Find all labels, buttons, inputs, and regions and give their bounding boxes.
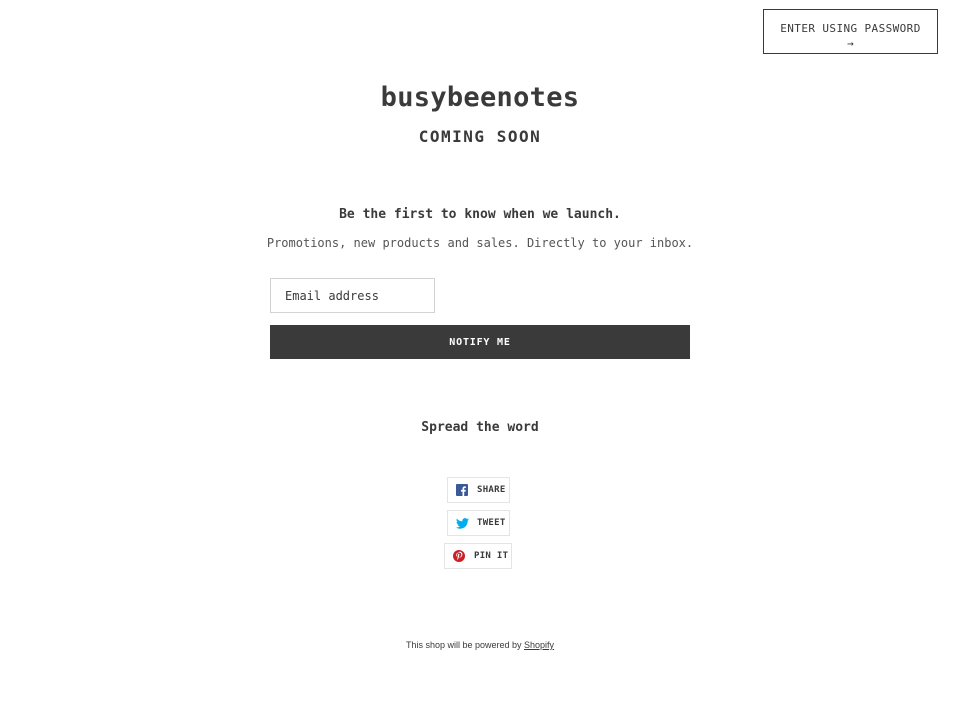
signup-subline: Promotions, new products and sales. Dire… — [266, 236, 694, 250]
powered-by-text: This shop will be powered by — [405, 640, 522, 650]
password-page: ENTER USING PASSWORD → busybeenotes COMI… — [0, 0, 960, 720]
arrow-right-icon: → — [846, 36, 855, 50]
shop-title: busybeenotes — [380, 82, 580, 113]
twitter-tweet-label: TWEET — [477, 518, 506, 528]
pinterest-pin-button[interactable]: PIN IT — [444, 543, 512, 569]
email-input[interactable] — [270, 278, 435, 313]
facebook-share-label: SHARE — [477, 485, 506, 495]
spread-the-word-heading: Spread the word — [421, 420, 539, 435]
coming-soon-tagline: COMING SOON — [418, 127, 542, 146]
enter-using-password-button[interactable]: ENTER USING PASSWORD → — [763, 9, 938, 54]
signup-headline: Be the first to know when we launch. — [339, 207, 621, 222]
notify-me-button[interactable]: NOTIFY ME — [270, 325, 690, 359]
facebook-icon — [455, 483, 469, 497]
twitter-tweet-button[interactable]: TWEET — [447, 510, 510, 536]
powered-by-footer: This shop will be powered by Shopify — [0, 640, 960, 650]
facebook-share-button[interactable]: SHARE — [447, 477, 510, 503]
pinterest-icon — [452, 549, 466, 563]
enter-password-label: ENTER USING PASSWORD — [780, 21, 921, 35]
pinterest-pin-label: PIN IT — [474, 551, 509, 561]
twitter-icon — [455, 516, 469, 530]
shopify-link[interactable]: Shopify — [524, 640, 554, 650]
